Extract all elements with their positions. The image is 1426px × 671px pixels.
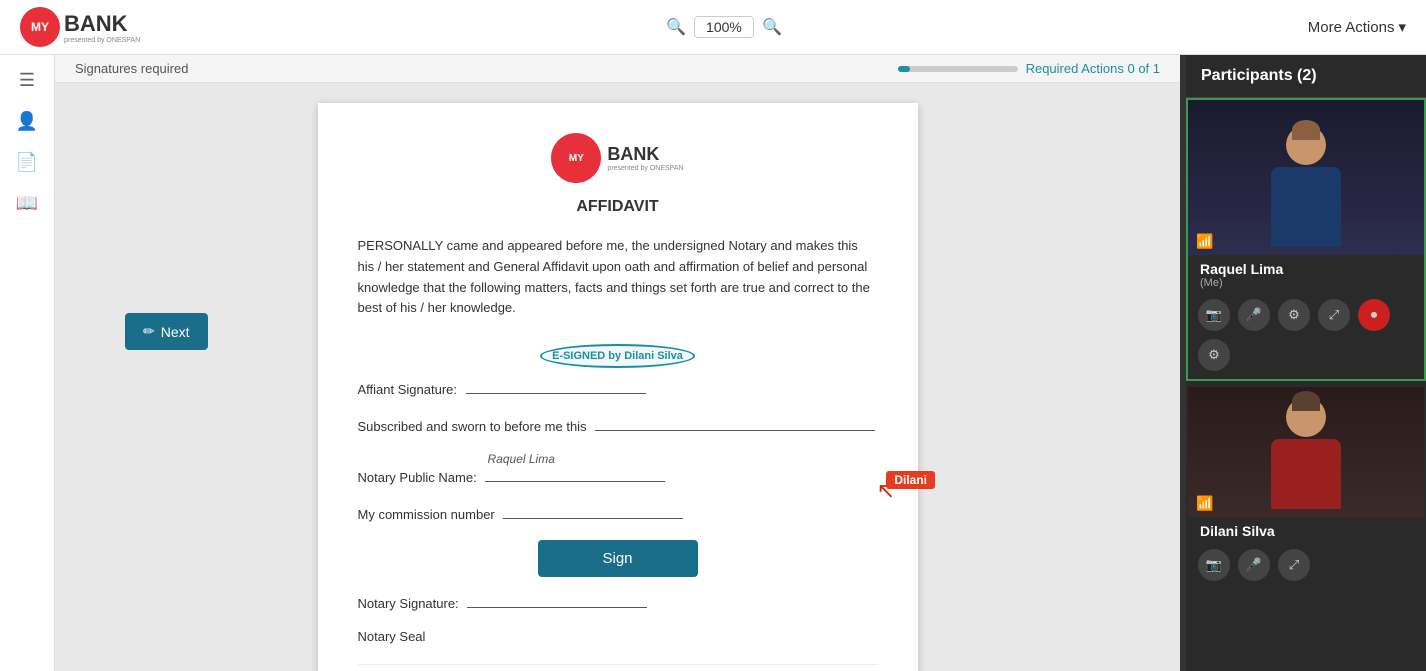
zoom-in-button[interactable]: 🔍	[762, 17, 782, 37]
dilani-controls: 📷 🎤 ⤢	[1188, 543, 1424, 589]
doc-logo-bank: BANK	[607, 144, 683, 165]
right-panel: Participants (2) 📶 Raquel Lima (Me) 📷 🎤	[1186, 55, 1426, 671]
dilani-head	[1286, 397, 1326, 437]
progress-bar	[898, 66, 1018, 72]
commission-line	[503, 503, 683, 519]
progress-bar-container: Required Actions 0 of 1	[898, 61, 1160, 76]
notary-name-value: Raquel Lima	[488, 452, 878, 466]
sidebar-item-menu[interactable]: ☰	[19, 70, 35, 91]
dilani-camera-button[interactable]: 📷	[1198, 549, 1230, 581]
logo-circle: MY	[20, 7, 60, 47]
doc-body-text: PERSONALLY came and appeared before me, …	[358, 236, 878, 319]
signatures-required: Signatures required	[75, 61, 188, 76]
sidebar-item-book[interactable]: 📖	[16, 193, 38, 214]
e-signed-section: E-SIGNED by Dilani Silva	[358, 344, 878, 368]
left-sidebar: ☰ 👤 📄 📖	[0, 55, 55, 671]
doc-title: AFFIDAVIT	[358, 198, 878, 216]
next-button-container: ✏ Next	[125, 313, 208, 350]
subscribed-label: Subscribed and sworn to before me this	[358, 419, 587, 434]
dilani-info: Dilani Silva	[1188, 517, 1424, 543]
next-label: Next	[161, 324, 190, 340]
raquel-mic-button[interactable]: 🎤	[1238, 299, 1270, 331]
raquel-settings-button[interactable]: ⚙	[1278, 299, 1310, 331]
notary-name-label: Notary Public Name:	[358, 470, 477, 485]
doc-scroll[interactable]: ✏ Next ↖ Dilani MY BANK presented by ONE…	[55, 83, 1180, 671]
dilani-expand-button[interactable]: ⤢	[1278, 549, 1310, 581]
raquel-expand-button[interactable]: ⤢	[1318, 299, 1350, 331]
signal-icon-dilani: 📶	[1196, 495, 1213, 512]
document-page: MY BANK presented by ONESPAN AFFIDAVIT P…	[318, 103, 918, 671]
notary-sig-line	[467, 592, 647, 608]
chevron-down-icon: ▾	[1398, 18, 1406, 36]
notary-seal: Notary Seal	[358, 629, 878, 644]
raquel-record-button[interactable]: ⏺	[1358, 299, 1390, 331]
dilani-video: 📶	[1188, 387, 1424, 517]
raquel-body	[1271, 167, 1341, 247]
raquel-sub: (Me)	[1200, 277, 1412, 289]
raquel-info: Raquel Lima (Me)	[1188, 255, 1424, 293]
subscribed-field: Subscribed and sworn to before me this	[358, 415, 878, 434]
header: MY BANK presented by ONESPAN 🔍 🔍 More Ac…	[0, 0, 1426, 55]
zoom-out-button[interactable]: 🔍	[666, 17, 686, 37]
raquel-controls: 📷 🎤 ⚙ ⤢ ⏺	[1188, 293, 1424, 339]
affiant-signature-line	[466, 378, 646, 394]
more-actions-button[interactable]: More Actions ▾	[1308, 18, 1406, 36]
raquel-camera-button[interactable]: 📷	[1198, 299, 1230, 331]
main-layout: ☰ 👤 📄 📖 Signatures required Required Act…	[0, 55, 1426, 671]
pencil-icon: ✏	[143, 323, 155, 340]
notary-sig-field: Notary Signature:	[358, 592, 878, 611]
dilani-badge: Dilani	[886, 471, 935, 489]
notary-name-field: Raquel Lima Notary Public Name:	[358, 452, 878, 485]
raquel-name: Raquel Lima	[1200, 261, 1412, 277]
logo: MY BANK presented by ONESPAN	[20, 7, 140, 47]
sidebar-item-person[interactable]: 👤	[16, 111, 38, 132]
logo-my: MY	[31, 20, 49, 34]
subscribed-line	[595, 415, 875, 431]
dilani-figure	[1266, 397, 1346, 517]
raquel-figure	[1266, 125, 1346, 255]
notary-sig-label: Notary Signature:	[358, 596, 459, 611]
raquel-head	[1286, 125, 1326, 165]
participant-card-raquel: 📶 Raquel Lima (Me) 📷 🎤 ⚙ ⤢ ⏺ ⚙	[1186, 98, 1426, 381]
dilani-name: Dilani Silva	[1200, 523, 1412, 539]
notary-name-line	[485, 466, 665, 482]
signal-icon-raquel: 📶	[1196, 233, 1213, 250]
raquel-video: 📶	[1188, 100, 1424, 255]
commission-field: My commission number	[358, 503, 878, 522]
e-signed-stamp: E-SIGNED by Dilani Silva	[540, 344, 695, 368]
affiant-signature-field: Affiant Signature:	[358, 378, 878, 397]
doc-footer: This remote online notarization involved…	[358, 664, 878, 671]
doc-logo-powered: presented by ONESPAN	[607, 165, 683, 172]
document-area: Signatures required Required Actions 0 o…	[55, 55, 1180, 671]
dilani-mic-button[interactable]: 🎤	[1238, 549, 1270, 581]
sidebar-item-document[interactable]: 📄	[16, 152, 38, 173]
header-center: 🔍 🔍	[666, 16, 782, 38]
affiant-signature-label: Affiant Signature:	[358, 382, 458, 397]
header-right: More Actions ▾	[1308, 18, 1406, 36]
more-actions-label: More Actions	[1308, 19, 1395, 36]
participants-header: Participants (2)	[1186, 55, 1426, 98]
doc-header-logo: MY BANK presented by ONESPAN	[358, 133, 878, 183]
dilani-body	[1271, 439, 1341, 509]
next-button[interactable]: ✏ Next	[125, 313, 208, 350]
sign-button[interactable]: Sign	[538, 540, 698, 577]
doc-toolbar: Signatures required Required Actions 0 o…	[55, 55, 1180, 83]
logo-text: BANK presented by ONESPAN	[64, 11, 140, 44]
required-actions-link[interactable]: Required Actions 0 of 1	[1026, 61, 1160, 76]
zoom-input[interactable]	[694, 16, 754, 38]
logo-bank: BANK	[64, 11, 128, 36]
progress-fill	[898, 66, 910, 72]
header-left: MY BANK presented by ONESPAN	[20, 7, 140, 47]
raquel-gear2-button[interactable]: ⚙	[1198, 339, 1230, 371]
commission-label: My commission number	[358, 507, 495, 522]
participant-card-dilani: 📶 Dilani Silva 📷 🎤 ⤢	[1186, 385, 1426, 591]
doc-logo-circle: MY	[551, 133, 601, 183]
doc-logo-text: BANK presented by ONESPAN	[607, 133, 683, 183]
logo-powered: presented by ONESPAN	[64, 37, 140, 44]
